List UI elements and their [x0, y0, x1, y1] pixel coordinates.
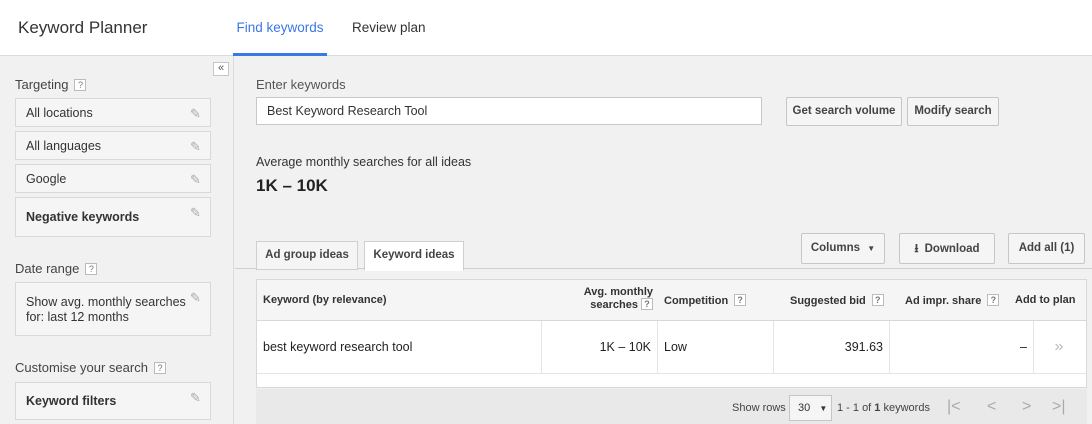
pagination-bar: Show rows 30 ▼ 1 - 1 of 1 keywords |< < …: [256, 389, 1087, 424]
sidebar-item-label: All locations: [26, 106, 93, 120]
get-search-volume-button[interactable]: Get search volume: [786, 97, 902, 126]
sidebar-item-negative-keywords[interactable]: Negative keywords ✎: [15, 197, 211, 237]
columns-button[interactable]: Columns ▼: [801, 233, 885, 264]
targeting-title: Targeting?: [15, 77, 87, 92]
date-range-line1: Show avg. monthly searches: [26, 295, 186, 309]
row-competition: Low: [664, 340, 687, 354]
col-competition-header[interactable]: Competition?: [664, 294, 747, 307]
chevron-down-icon: ▼: [819, 404, 828, 413]
pencil-icon[interactable]: ✎: [190, 139, 204, 154]
date-range-title-label: Date range: [15, 261, 80, 276]
row-suggested-bid: 391.63: [844, 340, 883, 354]
keyword-ideas-table: Keyword (by relevance) Avg. monthly sear…: [256, 279, 1087, 388]
help-icon[interactable]: ?: [85, 263, 98, 275]
add-to-plan-icon[interactable]: »: [1039, 321, 1079, 373]
cell-divider: [773, 321, 774, 373]
add-all-button[interactable]: Add all (1): [1008, 233, 1085, 264]
collapse-sidebar-button[interactable]: «: [213, 62, 229, 76]
help-icon[interactable]: ?: [153, 362, 166, 374]
modify-search-button[interactable]: Modify search: [907, 97, 999, 126]
date-range-line2: for: last 12 months: [26, 310, 129, 324]
rows-per-page-select[interactable]: 30 ▼: [789, 395, 832, 421]
sidebar-item-label: All languages: [26, 139, 102, 153]
tab-ad-group-ideas[interactable]: Ad group ideas: [256, 241, 358, 270]
col-share-header[interactable]: Ad impr. share?: [905, 294, 1000, 307]
pencil-icon[interactable]: ✎: [190, 172, 204, 187]
pencil-icon[interactable]: ✎: [190, 390, 204, 405]
col-bid-header[interactable]: Suggested bid?: [790, 294, 884, 307]
col-keyword-header[interactable]: Keyword (by relevance): [263, 294, 387, 306]
keyword-filters-box[interactable]: Keyword filters ✎: [15, 382, 211, 420]
help-icon[interactable]: ?: [734, 294, 747, 306]
help-icon[interactable]: ?: [74, 79, 87, 91]
avg-monthly-label: Average monthly searches for all ideas: [256, 155, 472, 169]
sidebar-item-languages[interactable]: All languages ✎: [15, 131, 211, 160]
col-add-header: Add to plan: [1015, 294, 1076, 306]
sidebar-item-label: Negative keywords: [26, 210, 140, 224]
top-header: Keyword Planner Find keywords Review pla…: [0, 0, 1092, 56]
range-info: 1 - 1 of 1 keywords: [837, 402, 930, 414]
show-rows-label: Show rows: [732, 402, 786, 414]
pencil-icon[interactable]: ✎: [190, 290, 204, 305]
cell-divider: [1033, 321, 1034, 373]
download-icon: ⭳: [914, 241, 919, 255]
col-avg-line2: searches?: [567, 298, 653, 311]
avg-monthly-value: 1K – 10K: [256, 176, 328, 195]
row-keyword: best keyword research tool: [263, 340, 413, 354]
table-header: Keyword (by relevance) Avg. monthly sear…: [257, 280, 1086, 321]
cell-divider: [889, 321, 890, 373]
sidebar: « Targeting? All locations ✎ All languag…: [0, 56, 234, 424]
tab-keyword-ideas[interactable]: Keyword ideas: [364, 241, 464, 271]
col-avg-line1: Avg. monthly: [583, 286, 653, 298]
enter-keywords-label: Enter keywords: [256, 77, 346, 92]
date-range-box[interactable]: Show avg. monthly searches for: last 12 …: [15, 282, 211, 336]
download-button[interactable]: ⭳ Download: [899, 233, 995, 264]
date-range-title: Date range?: [15, 261, 98, 276]
col-avg-header[interactable]: Avg. monthly searches?: [567, 286, 653, 311]
chevron-down-icon: ▼: [867, 244, 876, 253]
keyword-input[interactable]: [256, 97, 762, 125]
next-page-icon[interactable]: >: [1022, 398, 1031, 416]
table-row: best keyword research tool 1K – 10K Low …: [257, 321, 1086, 374]
cell-divider: [657, 321, 658, 373]
targeting-title-label: Targeting: [15, 77, 69, 92]
keyword-filters-label: Keyword filters: [26, 394, 117, 408]
pencil-icon[interactable]: ✎: [190, 106, 204, 121]
help-icon[interactable]: ?: [987, 294, 1000, 306]
main-content: Enter keywords Get search volume Modify …: [235, 56, 1092, 424]
columns-label: Columns: [810, 242, 861, 254]
cell-divider: [541, 321, 542, 373]
app-title: Keyword Planner: [18, 18, 148, 37]
sidebar-item-locations[interactable]: All locations ✎: [15, 98, 211, 127]
sidebar-item-label: Google: [26, 172, 67, 186]
row-ad-share: –: [1020, 340, 1027, 354]
customise-title: Customise your search?: [15, 360, 166, 375]
prev-page-icon[interactable]: <: [987, 398, 996, 416]
pencil-icon[interactable]: ✎: [190, 205, 204, 220]
last-page-icon[interactable]: >|: [1052, 398, 1066, 416]
tab-find-keywords[interactable]: Find keywords: [233, 0, 327, 56]
first-page-icon[interactable]: |<: [947, 398, 961, 416]
tab-review-plan[interactable]: Review plan: [352, 0, 426, 56]
sidebar-item-network[interactable]: Google ✎: [15, 164, 211, 193]
customise-title-label: Customise your search: [15, 360, 148, 375]
help-icon[interactable]: ?: [871, 294, 884, 306]
help-icon[interactable]: ?: [641, 298, 653, 310]
download-label: Download: [924, 243, 980, 255]
row-avg-searches: 1K – 10K: [599, 340, 651, 354]
rows-value: 30: [798, 402, 811, 414]
